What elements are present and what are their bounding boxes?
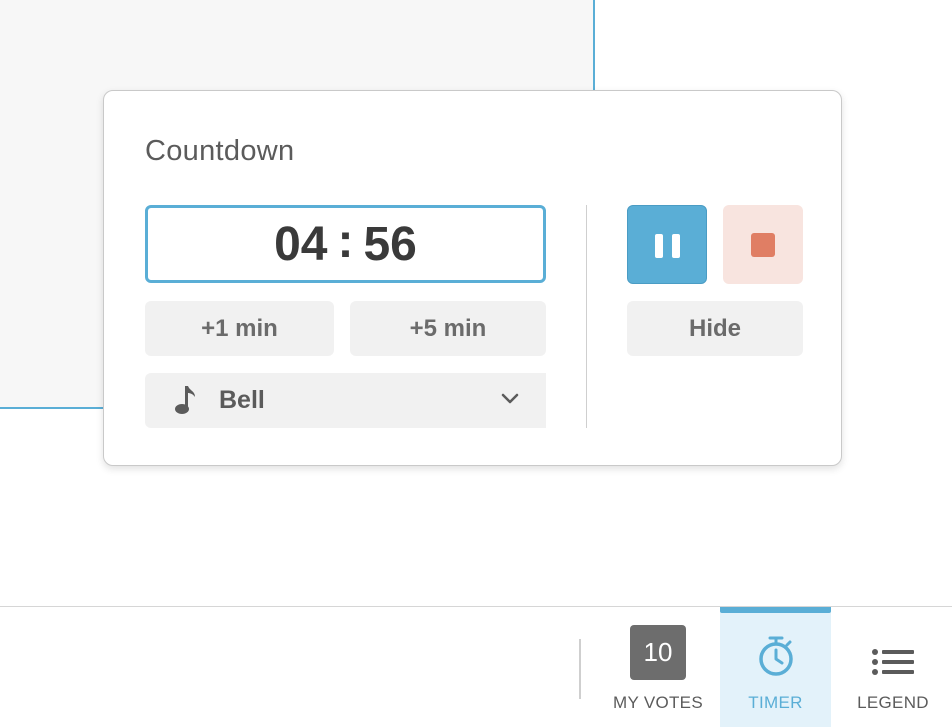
countdown-popup: Countdown 04 : 56 +1 min +5 min Bell Hid…: [103, 90, 842, 466]
add-five-minutes-button[interactable]: +5 min: [350, 301, 546, 356]
list-icon: [872, 649, 914, 680]
timer-button[interactable]: TIMER: [720, 607, 831, 727]
my-votes-label: MY VOTES: [613, 693, 703, 712]
seconds-value: 56: [363, 217, 417, 271]
pause-icon-bar: [672, 234, 680, 258]
add-one-minute-button[interactable]: +1 min: [145, 301, 334, 356]
time-display[interactable]: 04 : 56: [145, 205, 546, 283]
legend-label: LEGEND: [857, 693, 929, 712]
stop-icon: [751, 233, 775, 257]
active-tab-indicator: [720, 607, 831, 613]
legend-button[interactable]: LEGEND: [838, 607, 948, 727]
my-votes-button[interactable]: 10 MY VOTES: [604, 607, 712, 727]
music-note-icon: [173, 385, 197, 420]
timer-label: TIMER: [748, 693, 803, 712]
stopwatch-icon: [756, 635, 796, 682]
pause-icon: [655, 234, 663, 258]
toolbar-divider: [579, 639, 581, 699]
pause-button[interactable]: [627, 205, 707, 284]
chevron-down-icon: [500, 391, 520, 410]
sound-select[interactable]: Bell: [145, 373, 546, 428]
bottom-toolbar: 10 MY VOTES TIMER LEGEND: [0, 606, 952, 727]
popup-title: Countdown: [145, 135, 295, 167]
board-canvas: Countdown 04 : 56 +1 min +5 min Bell Hid…: [0, 0, 952, 606]
sound-select-value: Bell: [219, 386, 265, 414]
time-separator: :: [337, 214, 354, 268]
stop-button[interactable]: [723, 205, 803, 284]
hide-button[interactable]: Hide: [627, 301, 803, 356]
vertical-divider: [586, 205, 587, 428]
votes-count-badge: 10: [630, 625, 686, 680]
minutes-value: 04: [274, 217, 328, 271]
